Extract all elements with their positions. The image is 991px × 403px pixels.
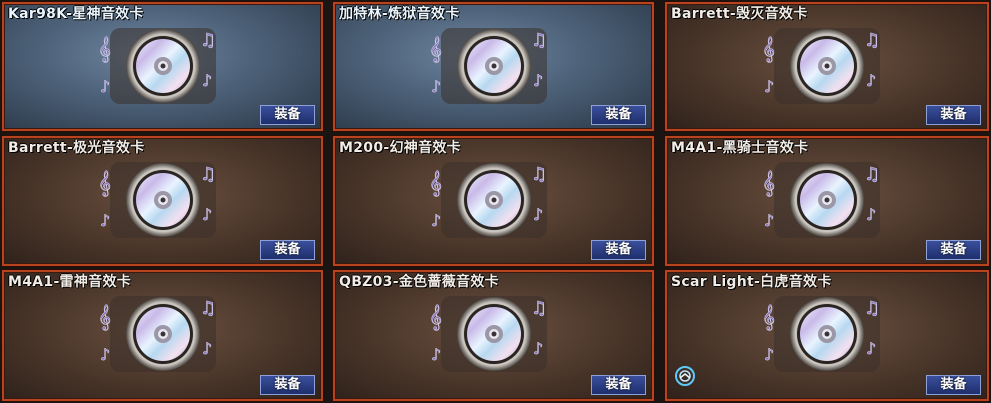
svg-text:𝄞: 𝄞 [98,170,111,196]
svg-text:♫: ♫ [864,164,880,185]
sound-card-grid: Kar98K-星神音效卡 𝄞 ♫ ♪ ♪ 装备 加特林-炼狱音效卡 𝄞 ♫ ♪ … [0,0,991,403]
equip-button[interactable]: 装备 [260,105,315,125]
card-title: Kar98K-星神音效卡 [8,6,144,22]
svg-text:♪: ♪ [764,77,774,96]
svg-text:♫: ♫ [200,164,216,185]
svg-text:𝄞: 𝄞 [762,36,775,62]
svg-text:♪: ♪ [533,205,543,224]
sound-card[interactable]: Barrett-极光音效卡 𝄞 ♫ ♪ ♪ 装备 [2,136,323,266]
sound-card[interactable]: Kar98K-星神音效卡 𝄞 ♫ ♪ ♪ 装备 [2,2,323,131]
equip-button[interactable]: 装备 [591,375,646,395]
svg-text:♪: ♪ [431,345,441,364]
svg-text:♪: ♪ [100,211,110,230]
card-title: Barrett-极光音效卡 [8,140,145,156]
sound-card[interactable]: 加特林-炼狱音效卡 𝄞 ♫ ♪ ♪ 装备 [333,2,654,131]
svg-text:♪: ♪ [764,211,774,230]
equip-button[interactable]: 装备 [926,240,981,260]
svg-text:♪: ♪ [533,339,543,358]
svg-text:♫: ♫ [531,298,547,319]
svg-text:𝄞: 𝄞 [98,36,111,62]
equip-button[interactable]: 装备 [260,375,315,395]
equip-button[interactable]: 装备 [260,240,315,260]
sound-card[interactable]: Barrett-毁灭音效卡 𝄞 ♫ ♪ ♪ 装备 [665,2,989,131]
svg-text:𝄞: 𝄞 [429,36,442,62]
svg-text:𝄞: 𝄞 [429,170,442,196]
sound-card[interactable]: M4A1-黑骑士音效卡 𝄞 ♫ ♪ ♪ 装备 [665,136,989,266]
svg-text:♫: ♫ [531,30,547,51]
cd-disc-icon: 𝄞 ♫ ♪ ♪ [427,294,561,374]
svg-text:♪: ♪ [866,339,876,358]
sound-card[interactable]: QBZ03-金色蔷薇音效卡 𝄞 ♫ ♪ ♪ 装备 [333,270,654,401]
svg-text:♪: ♪ [202,339,212,358]
sound-card[interactable]: M200-幻神音效卡 𝄞 ♫ ♪ ♪ 装备 [333,136,654,266]
svg-text:𝄞: 𝄞 [429,304,442,330]
svg-text:♫: ♫ [531,164,547,185]
svg-text:♪: ♪ [100,77,110,96]
svg-text:𝄞: 𝄞 [98,304,111,330]
svg-text:♫: ♫ [200,30,216,51]
svg-text:♪: ♪ [431,211,441,230]
equip-button[interactable]: 装备 [591,240,646,260]
card-title: M4A1-黑骑士音效卡 [671,140,809,156]
card-title: QBZ03-金色蔷薇音效卡 [339,274,499,290]
svg-text:♪: ♪ [533,71,543,90]
svg-text:♪: ♪ [100,345,110,364]
card-title: M4A1-雷神音效卡 [8,274,132,290]
cd-disc-icon: 𝄞 ♫ ♪ ♪ [96,160,230,240]
cd-disc-icon: 𝄞 ♫ ♪ ♪ [760,294,894,374]
svg-text:♪: ♪ [202,71,212,90]
svg-text:♫: ♫ [864,30,880,51]
svg-text:𝄞: 𝄞 [762,304,775,330]
cd-disc-icon: 𝄞 ♫ ♪ ♪ [427,26,561,106]
cd-disc-icon: 𝄞 ♫ ♪ ♪ [760,160,894,240]
svg-text:♪: ♪ [866,205,876,224]
equip-button[interactable]: 装备 [926,105,981,125]
card-title: Barrett-毁灭音效卡 [671,6,808,22]
svg-text:♪: ♪ [431,77,441,96]
card-title: 加特林-炼狱音效卡 [339,6,460,22]
svg-text:𝄞: 𝄞 [762,170,775,196]
svg-text:♪: ♪ [866,71,876,90]
cd-disc-icon: 𝄞 ♫ ♪ ♪ [96,294,230,374]
card-title: M200-幻神音效卡 [339,140,461,156]
sound-card[interactable]: Scar Light-白虎音效卡 𝄞 ♫ ♪ ♪ 装备 [665,270,989,401]
svg-text:♫: ♫ [864,298,880,319]
sound-card[interactable]: M4A1-雷神音效卡 𝄞 ♫ ♪ ♪ 装备 [2,270,323,401]
cd-disc-icon: 𝄞 ♫ ♪ ♪ [760,26,894,106]
equip-button[interactable]: 装备 [926,375,981,395]
card-title: Scar Light-白虎音效卡 [671,274,832,290]
cd-disc-icon: 𝄞 ♫ ♪ ♪ [427,160,561,240]
equipped-badge-icon [675,366,695,386]
equip-button[interactable]: 装备 [591,105,646,125]
svg-text:♪: ♪ [764,345,774,364]
svg-text:♫: ♫ [200,298,216,319]
cd-disc-icon: 𝄞 ♫ ♪ ♪ [96,26,230,106]
svg-text:♪: ♪ [202,205,212,224]
